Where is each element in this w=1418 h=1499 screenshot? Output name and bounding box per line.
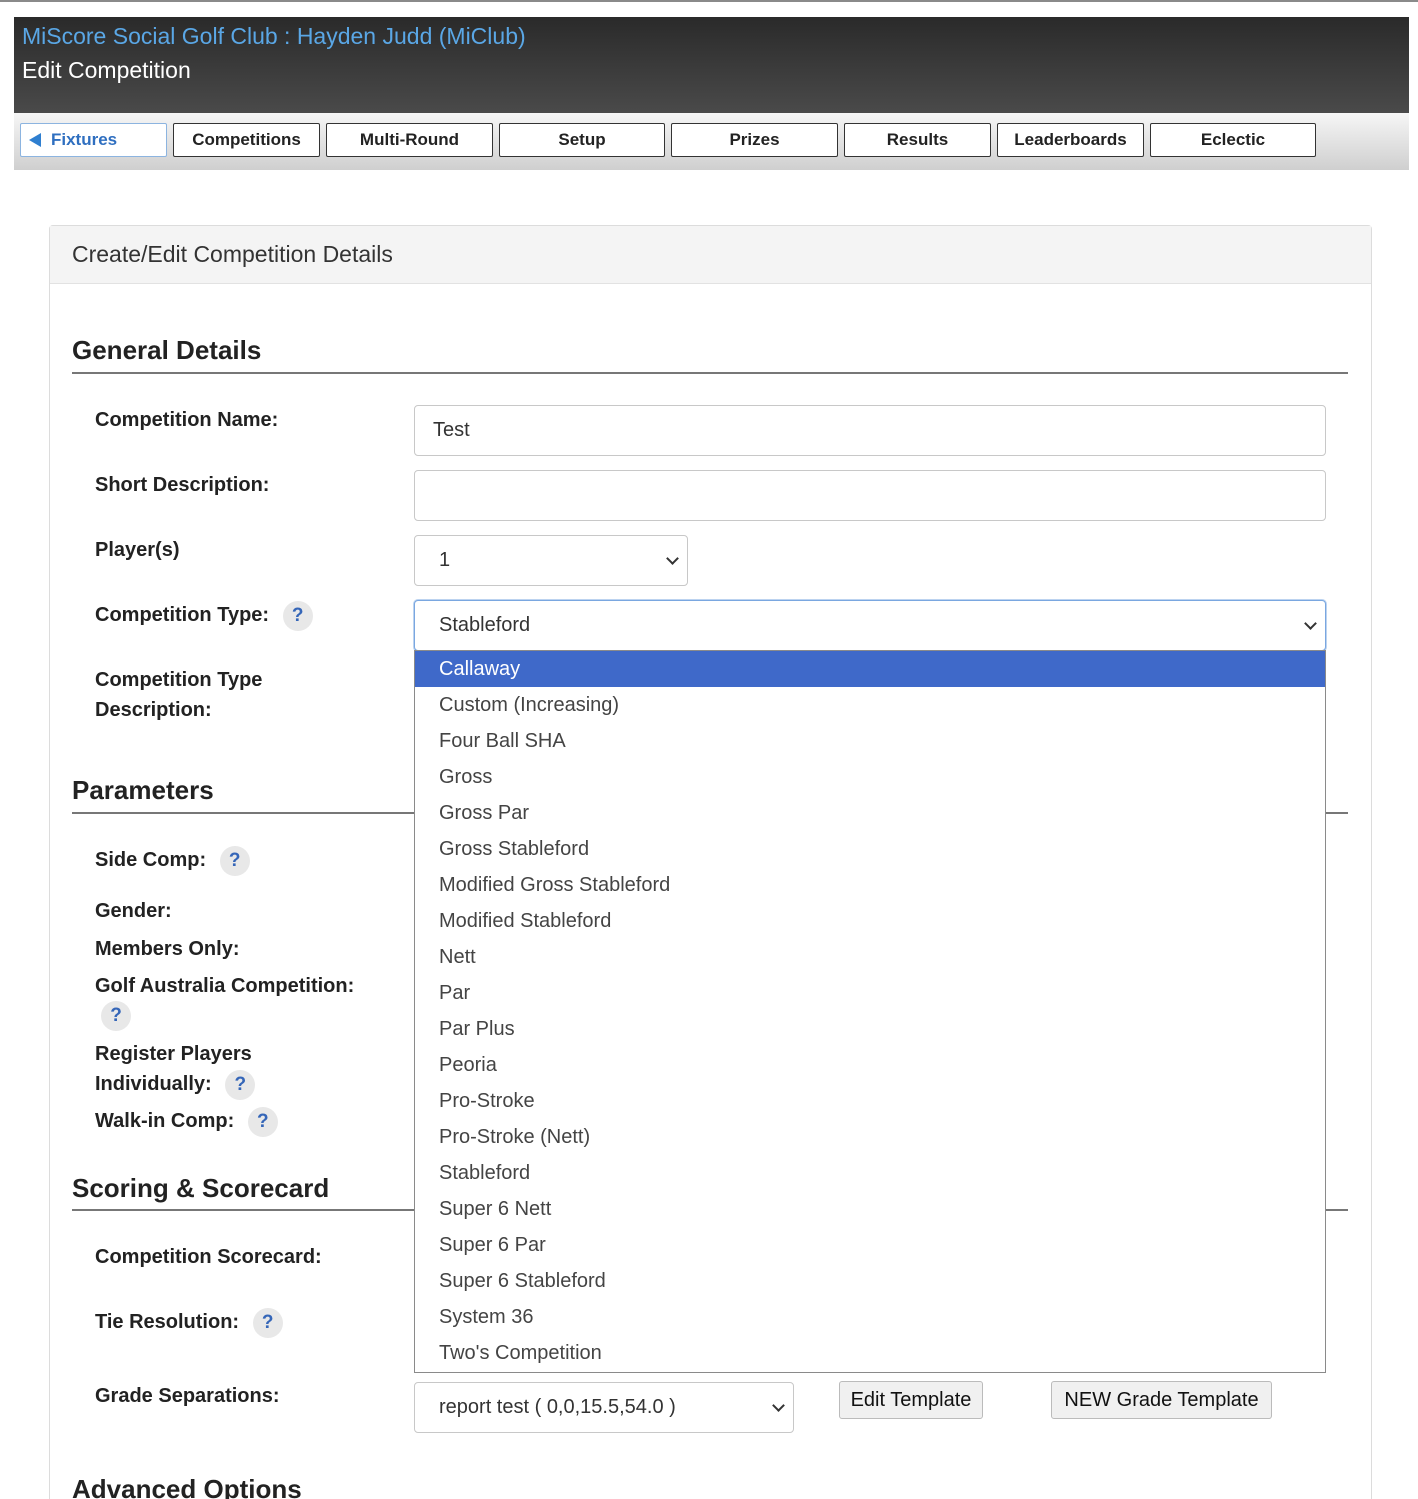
competition-scorecard-label: Competition Scorecard:	[95, 1246, 322, 1268]
option-gross[interactable]: Gross	[415, 759, 1325, 795]
option-super-6-stableford[interactable]: Super 6 Stableford	[415, 1263, 1325, 1299]
walk-in-label-text: Walk-in Comp:	[95, 1110, 235, 1132]
panel-title: Create/Edit Competition Details	[72, 241, 393, 267]
app-header: MiScore Social Golf Club : Hayden Judd (…	[14, 17, 1409, 113]
grade-separations-value: report test ( 0,0,15.5,54.0 )	[439, 1396, 676, 1418]
short-description-label: Short Description:	[95, 474, 270, 496]
tie-resolution-label: Tie Resolution: ?	[95, 1307, 283, 1338]
tab-prizes[interactable]: Prizes	[671, 123, 838, 157]
option-system-36[interactable]: System 36	[415, 1299, 1325, 1335]
nav-bar: Fixtures Competitions Multi-Round Setup …	[14, 113, 1409, 170]
gender-label: Gender:	[95, 900, 172, 922]
competition-type-description-label-1: Competition Type	[95, 669, 263, 691]
option-par-plus[interactable]: Par Plus	[415, 1011, 1325, 1047]
chevron-down-icon	[666, 552, 679, 565]
tab-leaderboards[interactable]: Leaderboards	[997, 123, 1144, 157]
option-pro-stroke[interactable]: Pro-Stroke	[415, 1083, 1325, 1119]
option-stableford[interactable]: Stableford	[415, 1155, 1325, 1191]
option-custom-increasing[interactable]: Custom (Increasing)	[415, 687, 1325, 723]
tab-eclectic[interactable]: Eclectic	[1150, 123, 1316, 157]
tab-setup[interactable]: Setup	[499, 123, 665, 157]
competition-type-label-text: Competition Type:	[95, 604, 270, 626]
grade-separations-label: Grade Separations:	[95, 1385, 280, 1407]
option-super-6-nett[interactable]: Super 6 Nett	[415, 1191, 1325, 1227]
help-icon[interactable]: ?	[252, 1307, 283, 1338]
walk-in-label: Walk-in Comp: ?	[95, 1106, 278, 1137]
club-title: MiScore Social Golf Club : Hayden Judd (…	[22, 23, 526, 49]
option-par[interactable]: Par	[415, 975, 1325, 1011]
option-peoria[interactable]: Peoria	[415, 1047, 1325, 1083]
edit-template-button[interactable]: Edit Template	[839, 1381, 983, 1419]
option-four-ball-sha[interactable]: Four Ball SHA	[415, 723, 1325, 759]
players-label: Player(s)	[95, 539, 180, 561]
help-icon[interactable]: ?	[225, 1069, 256, 1100]
competition-type-select[interactable]: Stableford	[414, 600, 1326, 651]
register-players-label-1: Register Players	[95, 1043, 252, 1065]
competition-name-label: Competition Name:	[95, 409, 279, 431]
short-description-input[interactable]	[414, 470, 1326, 521]
option-gross-par[interactable]: Gross Par	[415, 795, 1325, 831]
fixtures-back-button[interactable]: Fixtures	[20, 123, 167, 157]
competition-type-description-label-2: Description:	[95, 699, 212, 721]
members-only-label: Members Only:	[95, 938, 240, 960]
help-icon[interactable]: ?	[101, 1001, 131, 1031]
new-grade-template-button[interactable]: NEW Grade Template	[1051, 1381, 1272, 1419]
side-comp-label: Side Comp: ?	[95, 845, 250, 876]
parameters-heading: Parameters	[72, 775, 214, 805]
option-twos-competition[interactable]: Two's Competition	[415, 1335, 1325, 1371]
general-details-heading: General Details	[72, 335, 262, 365]
tab-competitions[interactable]: Competitions	[173, 123, 320, 157]
option-nett[interactable]: Nett	[415, 939, 1325, 975]
page-title: Edit Competition	[22, 57, 191, 83]
competition-name-input[interactable]	[414, 405, 1326, 456]
top-border	[0, 0, 1418, 2]
back-arrow-icon	[29, 133, 41, 147]
advanced-options-heading: Advanced Options	[72, 1474, 302, 1499]
register-players-label-2: Individually: ?	[95, 1069, 256, 1100]
panel-header: Create/Edit Competition Details	[50, 226, 1371, 284]
option-super-6-par[interactable]: Super 6 Par	[415, 1227, 1325, 1263]
help-icon[interactable]: ?	[282, 600, 313, 631]
chevron-down-icon	[1304, 617, 1317, 630]
option-pro-stroke-nett[interactable]: Pro-Stroke (Nett)	[415, 1119, 1325, 1155]
side-comp-label-text: Side Comp:	[95, 849, 207, 871]
players-select-value: 1	[439, 549, 451, 571]
competition-type-select-value: Stableford	[439, 614, 531, 636]
golf-australia-label: Golf Australia Competition:	[95, 975, 355, 997]
scoring-heading: Scoring & Scorecard	[72, 1173, 330, 1203]
help-icon[interactable]: ?	[247, 1106, 278, 1137]
help-icon[interactable]: ?	[219, 845, 250, 876]
fixtures-label: Fixtures	[51, 130, 118, 149]
competition-type-label: Competition Type: ?	[95, 600, 313, 631]
option-callaway[interactable]: Callaway	[415, 651, 1325, 687]
option-modified-stableford[interactable]: Modified Stableford	[415, 903, 1325, 939]
option-modified-gross-stableford[interactable]: Modified Gross Stableford	[415, 867, 1325, 903]
players-select[interactable]: 1	[414, 535, 688, 586]
grade-separations-select[interactable]: report test ( 0,0,15.5,54.0 )	[414, 1382, 794, 1433]
general-details-divider	[72, 372, 1348, 374]
tab-multi-round[interactable]: Multi-Round	[326, 123, 493, 157]
tab-results[interactable]: Results	[844, 123, 991, 157]
register-players-label-text: Individually:	[95, 1073, 212, 1095]
chevron-down-icon	[772, 1399, 785, 1412]
option-gross-stableford[interactable]: Gross Stableford	[415, 831, 1325, 867]
tie-resolution-label-text: Tie Resolution:	[95, 1311, 240, 1333]
competition-type-dropdown[interactable]: Callaway Custom (Increasing) Four Ball S…	[414, 650, 1326, 1373]
